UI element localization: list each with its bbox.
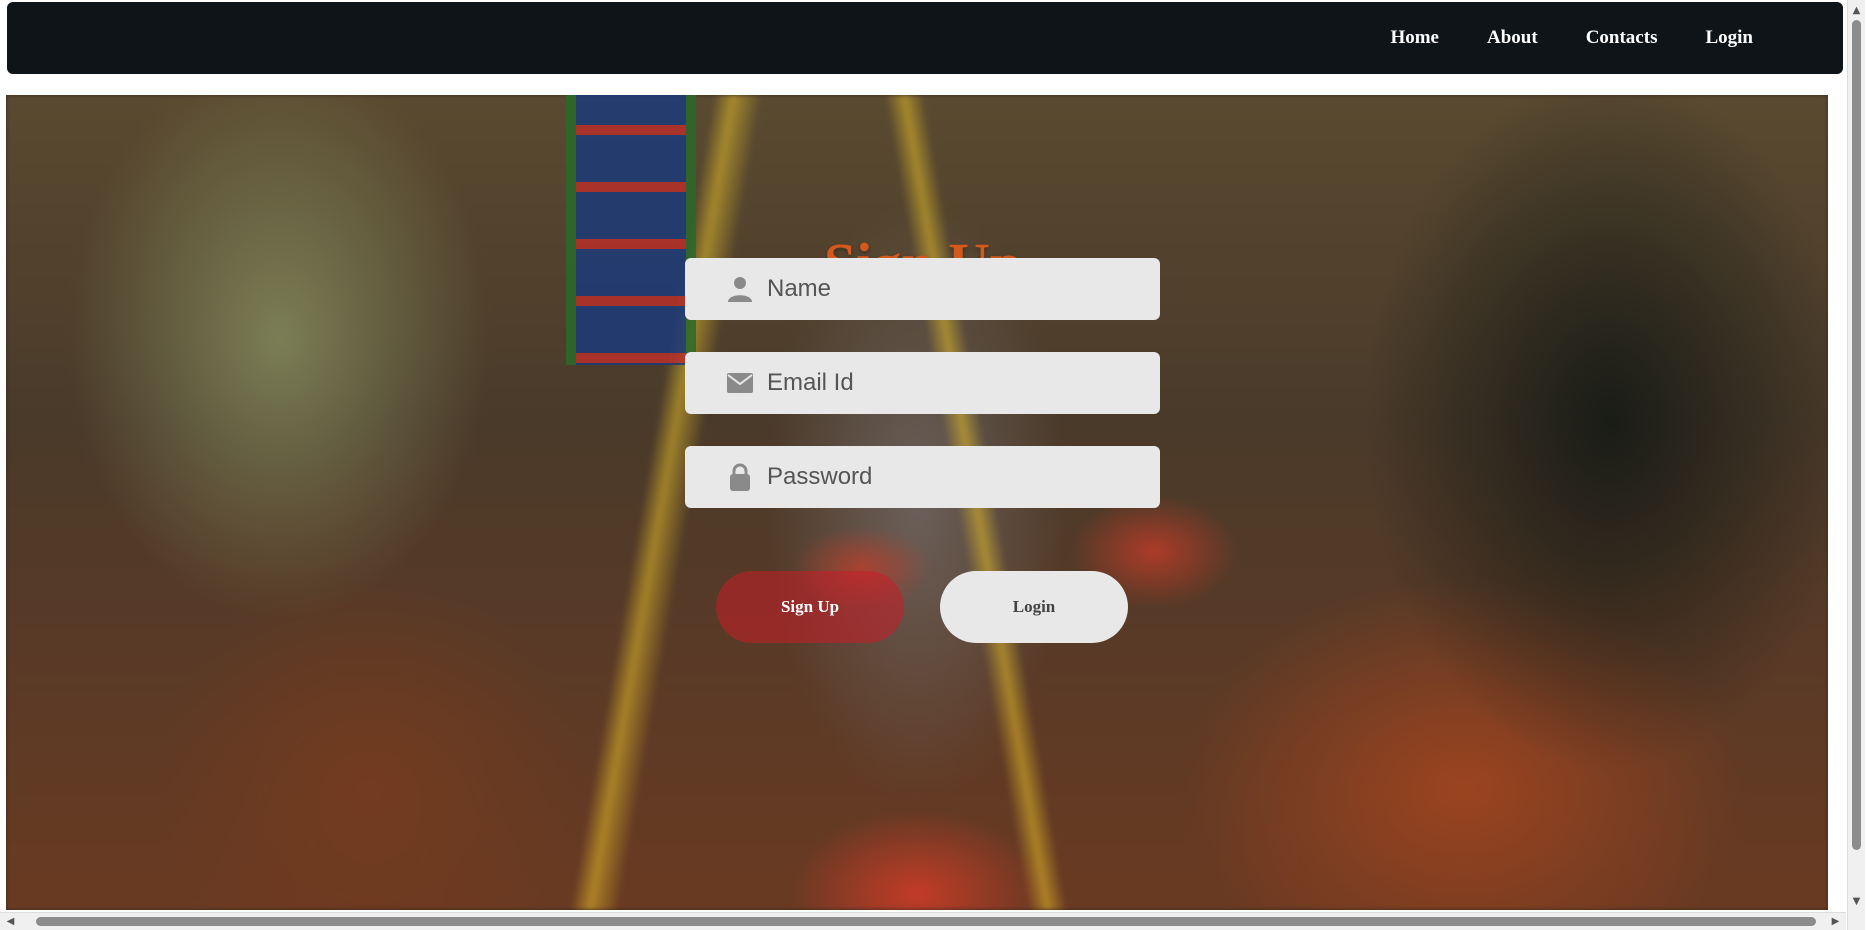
nav-link-login[interactable]: Login xyxy=(1705,27,1753,49)
nav-link-about[interactable]: About xyxy=(1487,27,1538,49)
email-field[interactable] xyxy=(685,352,1160,414)
login-button[interactable]: Login xyxy=(940,571,1128,643)
nav-links: Home About Contacts Login xyxy=(1342,2,1753,74)
vertical-scroll-thumb[interactable] xyxy=(1852,20,1861,850)
email-input[interactable] xyxy=(765,368,1099,398)
scroll-down-arrow-icon[interactable]: ▼ xyxy=(1848,893,1865,910)
browser-viewport: Home About Contacts Login Sign Up xyxy=(0,0,1867,930)
navbar: Home About Contacts Login xyxy=(7,2,1843,74)
scroll-up-arrow-icon[interactable]: ▲ xyxy=(1848,2,1865,19)
signup-button[interactable]: Sign Up xyxy=(716,571,904,643)
vertical-scrollbar[interactable]: ▲ ▼ xyxy=(1847,0,1865,930)
password-field[interactable] xyxy=(685,446,1160,508)
horizontal-scroll-thumb[interactable] xyxy=(36,917,1816,926)
password-input[interactable] xyxy=(765,462,1099,492)
name-input[interactable] xyxy=(765,274,1099,304)
nav-link-home[interactable]: Home xyxy=(1390,27,1439,49)
name-field[interactable] xyxy=(685,258,1160,320)
scroll-left-arrow-icon[interactable]: ◀ xyxy=(2,913,19,930)
signup-hero: Sign Up xyxy=(6,95,1828,910)
scroll-right-arrow-icon[interactable]: ▶ xyxy=(1827,913,1844,930)
horizontal-scrollbar[interactable]: ◀ ▶ xyxy=(0,912,1846,930)
nav-link-contacts[interactable]: Contacts xyxy=(1586,27,1658,49)
